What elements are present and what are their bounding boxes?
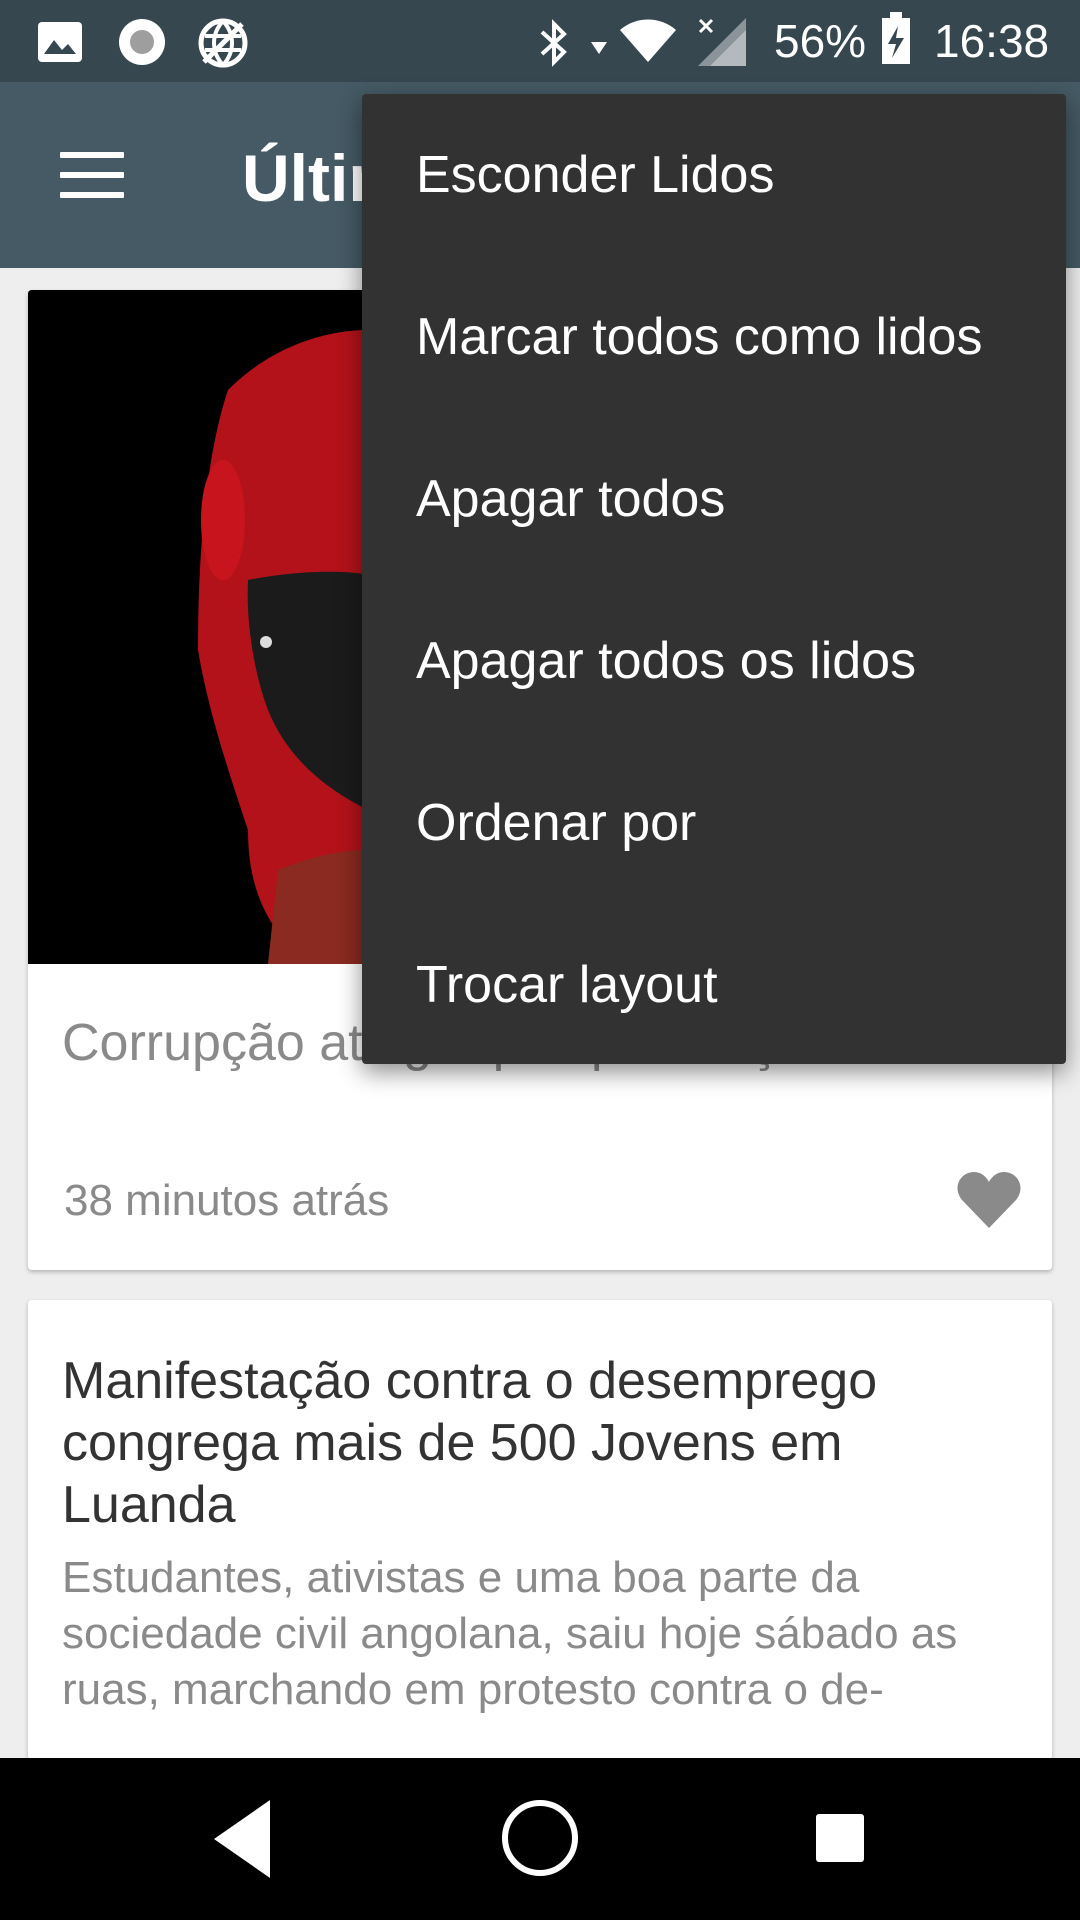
overflow-menu: Esconder Lidos Marcar todos como lidos A… <box>362 94 1066 1064</box>
status-bar: 56% 16:38 <box>0 0 1080 82</box>
article-card[interactable]: Manifestação contra o desemprego congreg… <box>28 1300 1052 1760</box>
article-summary: Estudantes, ativistas e uma boa parte da… <box>62 1553 958 1714</box>
signal-icon <box>698 18 746 66</box>
home-icon[interactable] <box>500 1798 580 1878</box>
menu-icon[interactable] <box>60 152 124 198</box>
wifi-icon <box>620 19 676 62</box>
vpn-globe-icon <box>198 18 248 68</box>
menu-item-delete-read[interactable]: Apagar todos os lidos <box>362 580 1066 742</box>
record-icon <box>119 19 165 65</box>
bluetooth-icon <box>540 19 567 67</box>
data-arrow-icon <box>591 42 607 54</box>
clock: 16:38 <box>934 15 1050 67</box>
navigation-bar <box>0 1758 1080 1920</box>
recents-icon[interactable] <box>814 1812 866 1864</box>
article-title[interactable]: Manifestação contra o desemprego congreg… <box>62 1350 1022 1536</box>
battery-percent: 56% <box>774 15 867 67</box>
menu-item-hide-read[interactable]: Esconder Lidos <box>362 94 1066 256</box>
back-icon[interactable] <box>210 1796 274 1882</box>
menu-item-mark-all-read[interactable]: Marcar todos como lidos <box>362 256 1066 418</box>
image-icon <box>38 22 82 62</box>
menu-item-change-layout[interactable]: Trocar layout <box>362 904 1066 1066</box>
battery-icon <box>882 12 910 64</box>
menu-item-sort-by[interactable]: Ordenar por <box>362 742 1066 904</box>
menu-item-delete-all[interactable]: Apagar todos <box>362 418 1066 580</box>
article-time: 38 minutos atrás <box>64 1176 390 1225</box>
favorite-heart-icon[interactable] <box>956 1170 1022 1230</box>
